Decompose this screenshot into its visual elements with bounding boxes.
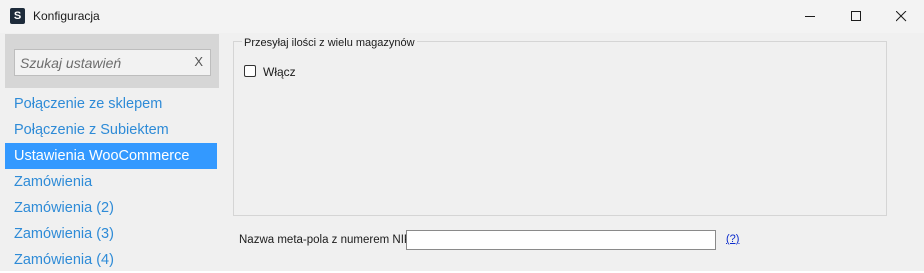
group-legend: Przesyłaj ilości z wielu magazynów: [242, 37, 417, 49]
search-field: X: [14, 49, 211, 76]
search-panel: X: [5, 34, 219, 88]
maximize-button[interactable]: [833, 0, 879, 33]
app-icon: S: [10, 8, 25, 24]
nip-field-label: Nazwa meta-pola z numerem NIP: [239, 234, 412, 246]
title-bar: S Konfiguracja: [0, 0, 924, 33]
sidebar-item-zamowienia-3[interactable]: Zamówienia (3): [5, 221, 217, 247]
minimize-icon: [805, 16, 815, 17]
clear-search-button[interactable]: X: [194, 54, 203, 69]
sidebar-item-ustawienia-woocommerce[interactable]: Ustawienia WooCommerce: [5, 143, 217, 169]
sidebar-item-polaczenie-ze-sklepem[interactable]: Połączenie ze sklepem: [5, 91, 217, 117]
enable-checkbox-label[interactable]: Włącz: [263, 65, 296, 79]
sidebar-item-zamowienia-2[interactable]: Zamówienia (2): [5, 195, 217, 221]
settings-sidebar: X Połączenie ze sklepem Połączenie z Sub…: [0, 33, 225, 271]
window-title: Konfiguracja: [33, 9, 100, 23]
sidebar-item-zamowienia[interactable]: Zamówienia: [5, 169, 217, 195]
minimize-button[interactable]: [787, 0, 833, 33]
close-icon: [896, 11, 907, 22]
sidebar-item-polaczenie-z-subiektem[interactable]: Połączenie z Subiektem: [5, 117, 217, 143]
settings-content: Przesyłaj ilości z wielu magazynów Włącz…: [225, 33, 924, 271]
maximize-icon: [851, 11, 861, 21]
settings-nav: Połączenie ze sklepem Połączenie z Subie…: [5, 91, 217, 273]
multi-warehouse-group: Przesyłaj ilości z wielu magazynów Włącz: [233, 37, 887, 216]
nip-meta-field-input[interactable]: [406, 230, 716, 250]
search-input[interactable]: [15, 50, 190, 75]
close-button[interactable]: [878, 0, 924, 33]
sidebar-item-zamowienia-4[interactable]: Zamówienia (4): [5, 247, 217, 273]
enable-checkbox[interactable]: [244, 65, 256, 77]
nip-help-link[interactable]: (?): [726, 233, 739, 245]
